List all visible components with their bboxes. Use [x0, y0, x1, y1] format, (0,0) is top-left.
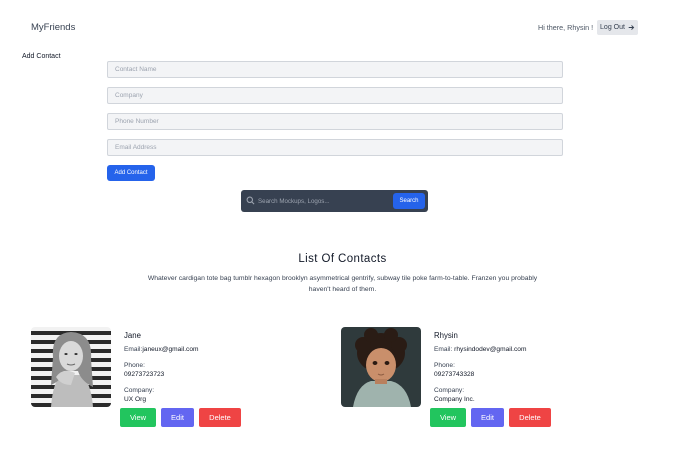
edit-button[interactable]: Edit: [161, 408, 194, 427]
arrow-right-icon: [628, 25, 635, 30]
delete-button[interactable]: Delete: [199, 408, 241, 427]
add-contact-heading: Add Contact: [22, 53, 61, 60]
contact-card: Jane Email:janeux@gmail.com Phone: 09273…: [31, 327, 331, 432]
list-description: Whatever cardigan tote bag tumblr hexago…: [147, 275, 538, 293]
list-title: List Of Contacts: [298, 253, 387, 265]
phone-number-input[interactable]: [107, 113, 563, 130]
company-label: Company:: [434, 387, 465, 394]
delete-button[interactable]: Delete: [509, 408, 551, 427]
search-input[interactable]: [258, 194, 388, 208]
phone-label: Phone:: [124, 362, 145, 369]
company-label: Company:: [124, 387, 155, 394]
contact-email: rhysindodev@gmail.com: [454, 346, 527, 353]
search-bar: Search: [241, 190, 428, 212]
view-button[interactable]: View: [430, 408, 466, 427]
edit-button[interactable]: Edit: [471, 408, 504, 427]
add-contact-button[interactable]: Add Contact: [107, 165, 155, 181]
contact-email: janeux@gmail.com: [142, 346, 199, 353]
logout-label: Log Out: [600, 24, 625, 31]
contact-photo: [31, 327, 111, 407]
contact-card: Rhysin Email: rhysindodev@gmail.com Phon…: [341, 327, 641, 432]
contact-info: Rhysin Email: rhysindodev@gmail.com Phon…: [434, 331, 526, 404]
email-label: Email:: [434, 346, 453, 353]
contact-company: UX Org: [124, 396, 146, 403]
search-button[interactable]: Search: [393, 193, 425, 209]
search-icon: [246, 196, 255, 205]
greeting-text: Hi there, Rhysin !: [538, 23, 594, 32]
email-address-input[interactable]: [107, 139, 563, 156]
contact-photo: [341, 327, 421, 407]
contact-phone: 09273743328: [434, 371, 475, 378]
view-button[interactable]: View: [120, 408, 156, 427]
contact-company: Company Inc.: [434, 396, 475, 403]
company-input[interactable]: [107, 87, 563, 104]
phone-label: Phone:: [434, 362, 455, 369]
contact-phone: 09273723723: [124, 371, 165, 378]
logout-button[interactable]: Log Out: [597, 20, 638, 35]
contact-name-input[interactable]: [107, 61, 563, 78]
brand-logo[interactable]: MyFriends: [31, 22, 75, 33]
email-label: Email:: [124, 346, 143, 353]
contact-name: Jane: [124, 331, 141, 340]
contact-info: Jane Email:janeux@gmail.com Phone: 09273…: [124, 331, 199, 404]
contact-name: Rhysin: [434, 331, 458, 340]
